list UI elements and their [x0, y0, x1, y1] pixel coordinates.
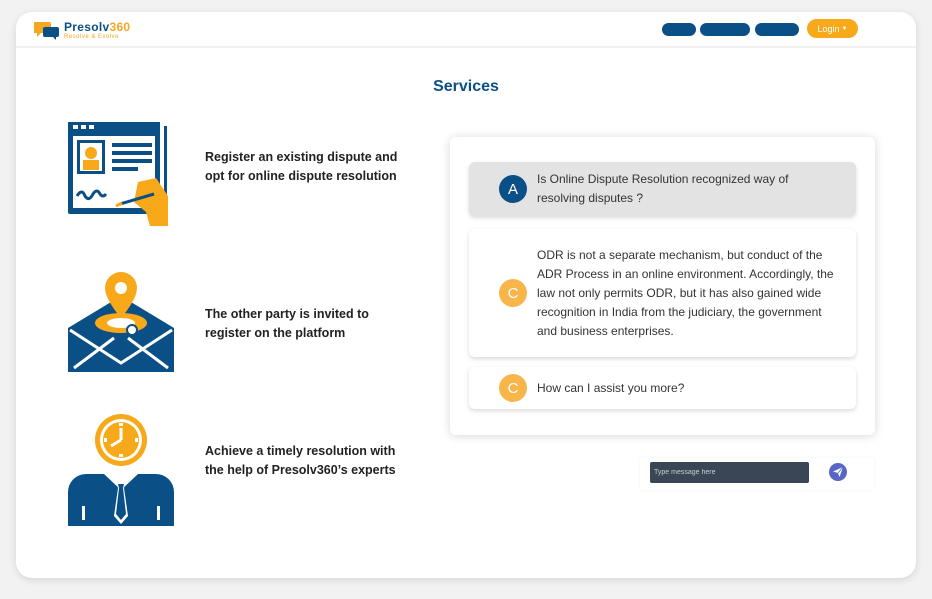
user-avatar: A: [499, 175, 527, 203]
chat-message-user: A Is Online Dispute Resolution recognize…: [469, 162, 856, 216]
top-header: Presolv360 Resolve & Evolve Login ▼: [16, 12, 916, 48]
nav-link-3[interactable]: [755, 23, 799, 36]
chat-message-text: How can I assist you more?: [537, 380, 685, 395]
chat-message-text: Is Online Dispute Resolution recognized …: [537, 172, 789, 205]
service-2-text: The other party is invited to register o…: [205, 307, 369, 340]
brand-logo[interactable]: Presolv360 Resolve & Evolve: [33, 19, 131, 40]
speech-bubbles-icon: [33, 20, 60, 40]
person-clock-icon: [66, 410, 176, 533]
chat-panel: A Is Online Dispute Resolution recognize…: [450, 137, 875, 435]
envelope-location-icon: [66, 270, 176, 380]
login-button[interactable]: Login ▼: [807, 19, 858, 38]
bot-avatar: C: [499, 374, 527, 402]
app-frame: Presolv360 Resolve & Evolve Login ▼ Servi…: [16, 12, 916, 578]
message-input[interactable]: [650, 462, 809, 483]
send-icon[interactable]: [829, 463, 847, 481]
brand-tagline: Resolve & Evolve: [64, 33, 120, 40]
login-label: Login: [817, 23, 840, 34]
chat-message-bot: C ODR is not a separate mechanism, but c…: [469, 229, 856, 357]
chat-input-bar: [640, 458, 874, 490]
nav-link-1[interactable]: [662, 23, 696, 36]
page-title: Services: [433, 78, 499, 95]
register-document-icon: [66, 120, 176, 240]
nav-link-2[interactable]: [700, 23, 750, 36]
bot-avatar: C: [499, 279, 527, 307]
chat-message-text: ODR is not a separate mechanism, but con…: [537, 247, 834, 338]
chat-message-bot: C How can I assist you more?: [469, 367, 856, 409]
caret-down-icon: ▼: [841, 25, 848, 32]
service-3-text: Achieve a timely resolution with the hel…: [205, 444, 396, 477]
service-1-text: Register an existing dispute and opt for…: [205, 150, 398, 183]
brand-name: Presolv360: [64, 19, 131, 34]
